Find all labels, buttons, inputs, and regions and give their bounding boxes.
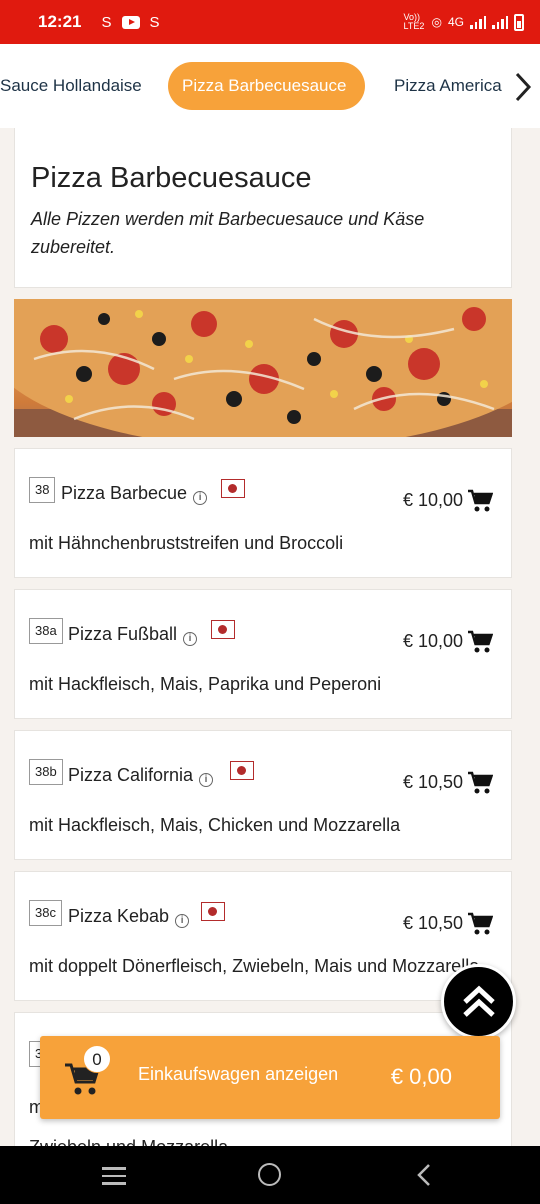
- tab-pizza-barbecuesauce[interactable]: Pizza Barbecuesauce: [168, 62, 365, 110]
- item-name: Pizza Kebab: [68, 906, 170, 926]
- scroll-to-top-button[interactable]: [441, 964, 516, 1039]
- s-icon: S: [101, 13, 112, 31]
- item-number: 38: [29, 477, 56, 503]
- menu-item[interactable]: 38 Pizza Barbecue i € 10,00 mit Hähnchenb…: [14, 448, 512, 578]
- item-number: 38b: [29, 759, 63, 785]
- section-title: Pizza Barbecuesauce: [31, 162, 312, 194]
- double-chevron-up-icon: [462, 985, 495, 1017]
- add-to-cart-icon[interactable]: [467, 912, 493, 936]
- item-price: € 10,00: [402, 631, 463, 651]
- tabs-next-button[interactable]: [508, 66, 538, 108]
- item-name: Pizza California: [68, 765, 194, 785]
- status-time: 12:21: [38, 12, 82, 31]
- menu-item[interactable]: 38b Pizza California i € 10,50 mit Hackfl…: [14, 730, 512, 860]
- youtube-icon: [121, 15, 140, 29]
- view-cart-button[interactable]: 0 Einkaufswagen anzeigen € 0,00: [40, 1036, 500, 1119]
- info-icon[interactable]: i: [199, 773, 214, 787]
- recent-apps-button[interactable]: [102, 1167, 126, 1190]
- item-description: mit Hackfleisch, Mais, Paprika und Peper…: [29, 674, 382, 694]
- s-icon: S: [149, 13, 160, 31]
- signal-icon: [470, 15, 486, 29]
- category-tabs: Sauce Hollandaise Pizza Barbecuesauce Pi…: [0, 44, 540, 128]
- volte-icon: Vo)) LTE2: [403, 12, 425, 31]
- item-number: 38c: [29, 900, 62, 926]
- item-name: Pizza Fußball: [68, 624, 178, 644]
- info-icon[interactable]: i: [175, 914, 190, 928]
- info-icon[interactable]: i: [183, 632, 198, 646]
- item-price: € 10,50: [402, 772, 463, 792]
- item-price: € 10,50: [402, 913, 463, 933]
- item-number: 38a: [29, 618, 63, 644]
- add-to-cart-icon[interactable]: [467, 630, 493, 654]
- section-header: Pizza Barbecuesauce Alle Pizzen werden m…: [14, 128, 512, 288]
- signal-icon: [492, 15, 508, 29]
- cart-count-badge: 0: [83, 1045, 111, 1073]
- japan-flag-icon: [221, 479, 245, 498]
- item-description: mit doppelt Dönerfleisch, Zwiebeln, Mais…: [29, 956, 480, 976]
- item-name: Pizza Barbecue: [61, 483, 188, 503]
- add-to-cart-icon[interactable]: [467, 771, 493, 795]
- info-icon[interactable]: i: [193, 491, 208, 505]
- chevron-right-icon: [515, 72, 532, 102]
- add-to-cart-icon[interactable]: [467, 489, 493, 513]
- back-button[interactable]: [416, 1163, 432, 1187]
- pizza-illustration: [14, 299, 512, 437]
- tab-pizza-america[interactable]: Pizza America: [380, 62, 516, 110]
- japan-flag-icon: [230, 761, 254, 780]
- menu-item[interactable]: 38c Pizza Kebab i € 10,50 mit doppelt Dön…: [14, 871, 512, 1001]
- status-bar: 12:21 S S Vo)) LTE2 ◎ 4G: [0, 0, 540, 44]
- japan-flag-icon: [211, 620, 235, 639]
- system-nav-bar: [0, 1146, 540, 1204]
- item-price: € 10,00: [402, 490, 463, 510]
- hotspot-icon: ◎: [431, 15, 442, 29]
- pizza-banner-image: [14, 299, 512, 437]
- item-description: mit Hackfleisch, Mais, Chicken und Mozza…: [29, 815, 401, 835]
- section-subtitle: Alle Pizzen werden mit Barbecuesauce und…: [31, 209, 425, 257]
- item-description: mit Hähnchenbruststreifen und Broccoli: [29, 533, 344, 553]
- tab-sauce-hollandaise[interactable]: Sauce Hollandaise: [0, 62, 156, 110]
- cart-label: Einkaufswagen anzeigen: [138, 1064, 339, 1084]
- network-type: 4G: [447, 15, 464, 29]
- battery-icon: [514, 13, 524, 31]
- home-button[interactable]: [258, 1163, 281, 1186]
- menu-item[interactable]: 38a Pizza Fußball i € 10,00 mit Hackfleis…: [14, 589, 512, 719]
- cart-total: € 0,00: [390, 1064, 452, 1089]
- japan-flag-icon: [201, 902, 225, 921]
